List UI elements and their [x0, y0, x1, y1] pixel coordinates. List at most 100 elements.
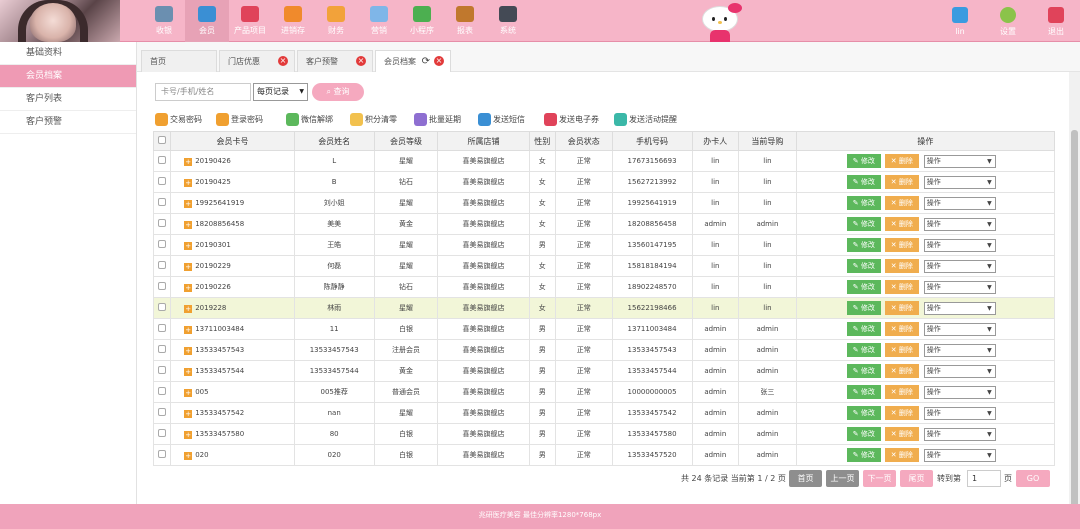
expand-icon[interactable]: +: [184, 325, 193, 334]
card-link[interactable]: 20190425: [195, 178, 231, 186]
card-link[interactable]: 13533457542: [195, 409, 244, 417]
user-menu[interactable]: lin: [940, 0, 980, 42]
row-action-select[interactable]: 操作: [923, 343, 996, 357]
nav-item[interactable]: 小程序: [400, 0, 444, 42]
delete-button[interactable]: ✕ 删除: [884, 427, 919, 441]
nav-item[interactable]: 财务: [314, 0, 358, 42]
expand-icon[interactable]: +: [184, 367, 193, 376]
last-page-button[interactable]: 尾页: [900, 470, 933, 487]
expand-icon[interactable]: +: [184, 220, 193, 229]
expand-icon[interactable]: +: [184, 304, 193, 313]
toolbar-button[interactable]: 交易密码: [155, 112, 202, 128]
toolbar-button[interactable]: 批量延期: [414, 112, 461, 128]
card-link[interactable]: 20190226: [195, 283, 231, 291]
nav-item[interactable]: 进销存: [271, 0, 315, 42]
nav-item[interactable]: 营销: [357, 0, 401, 42]
row-action-select[interactable]: 操作: [923, 196, 996, 210]
card-link[interactable]: 19925641919: [195, 199, 244, 207]
expand-icon[interactable]: +: [184, 346, 193, 355]
expand-icon[interactable]: +: [184, 157, 193, 166]
table-row[interactable]: +13533457580 80 白银 喜美易旗舰店男正常 13533457580 admi…: [152, 423, 1056, 445]
col-header[interactable]: 当前导购: [738, 131, 797, 151]
edit-button[interactable]: ✎ 修改: [846, 259, 881, 273]
row-action-select[interactable]: 操作: [923, 175, 996, 189]
row-action-select[interactable]: 操作: [923, 427, 996, 441]
table-row[interactable]: +19925641919 刘小姐 星耀 喜美易旗舰店女正常 19925641919 lin…: [152, 192, 1056, 214]
sidebar-item[interactable]: 会员档案: [0, 65, 136, 88]
table-row[interactable]: +20190426 L 星耀 喜美易旗舰店女正常 17673156693 lin lin ✎ …: [152, 150, 1056, 172]
delete-button[interactable]: ✕ 删除: [884, 406, 919, 420]
prev-page-button[interactable]: 上一页: [826, 470, 859, 487]
table-row[interactable]: +020 020 白银 喜美易旗舰店男正常 13533457520 admin admin ✎…: [152, 444, 1056, 466]
settings-button[interactable]: 设置: [988, 0, 1028, 42]
delete-button[interactable]: ✕ 删除: [884, 280, 919, 294]
col-header[interactable]: 所属店铺: [437, 131, 530, 151]
row-action-select[interactable]: 操作: [923, 238, 996, 252]
next-page-button[interactable]: 下一页: [863, 470, 896, 487]
row-action-select[interactable]: 操作: [923, 280, 996, 294]
edit-button[interactable]: ✎ 修改: [846, 427, 881, 441]
row-checkbox[interactable]: [158, 240, 167, 248]
delete-button[interactable]: ✕ 删除: [884, 259, 919, 273]
expand-icon[interactable]: +: [184, 430, 193, 439]
card-link[interactable]: 13533457544: [195, 367, 244, 375]
table-row[interactable]: +13533457543 13533457543 注册会员 喜美易旗舰店男正常 1353…: [152, 339, 1056, 361]
goto-page-input[interactable]: 1: [967, 470, 1001, 487]
delete-button[interactable]: ✕ 删除: [884, 343, 919, 357]
col-header[interactable]: 手机号码: [611, 131, 693, 151]
card-link[interactable]: 13533457580: [195, 430, 244, 438]
edit-button[interactable]: ✎ 修改: [846, 301, 881, 315]
edit-button[interactable]: ✎ 修改: [846, 175, 881, 189]
row-checkbox[interactable]: [158, 429, 167, 437]
table-row[interactable]: +20190301 王皓 星耀 喜美易旗舰店男正常 13560147195 lin lin ✎…: [152, 234, 1056, 256]
col-header[interactable]: 办卡人: [691, 131, 740, 151]
col-header[interactable]: 会员卡号: [170, 131, 295, 151]
refresh-icon[interactable]: ⟳: [422, 51, 430, 72]
per-page-select[interactable]: 每页记录: [253, 83, 308, 101]
go-button[interactable]: GO: [1016, 470, 1050, 487]
toolbar-button[interactable]: 登录密码: [216, 112, 263, 128]
close-icon[interactable]: ×: [356, 56, 366, 66]
expand-icon[interactable]: +: [184, 388, 193, 397]
select-all-checkbox[interactable]: [158, 136, 167, 144]
toolbar-button[interactable]: 发送短信: [478, 112, 525, 128]
card-link[interactable]: 18208856458: [195, 220, 244, 228]
table-row[interactable]: +13711003484 11 白银 喜美易旗舰店男正常 13711003484 admi…: [152, 318, 1056, 340]
row-action-select[interactable]: 操作: [923, 259, 996, 273]
row-checkbox[interactable]: [158, 282, 167, 290]
table-row[interactable]: +20190425 B 钻石 喜美易旗舰店女正常 15627213992 lin lin ✎ …: [152, 171, 1056, 193]
expand-icon[interactable]: +: [184, 262, 193, 271]
table-row[interactable]: +20190229 何磊 星耀 喜美易旗舰店女正常 15818184194 lin lin ✎…: [152, 255, 1056, 277]
delete-button[interactable]: ✕ 删除: [884, 301, 919, 315]
card-link[interactable]: 2019228: [195, 304, 226, 312]
expand-icon[interactable]: +: [184, 283, 193, 292]
row-checkbox[interactable]: [158, 324, 167, 332]
first-page-button[interactable]: 首页: [789, 470, 822, 487]
delete-button[interactable]: ✕ 删除: [884, 364, 919, 378]
edit-button[interactable]: ✎ 修改: [846, 154, 881, 168]
row-action-select[interactable]: 操作: [923, 301, 996, 315]
toolbar-button[interactable]: 发送电子券: [544, 112, 599, 128]
expand-icon[interactable]: +: [184, 199, 193, 208]
card-link[interactable]: 20190229: [195, 262, 231, 270]
nav-item[interactable]: 产品项目: [228, 0, 272, 42]
row-action-select[interactable]: 操作: [923, 448, 996, 462]
delete-button[interactable]: ✕ 删除: [884, 154, 919, 168]
delete-button[interactable]: ✕ 删除: [884, 175, 919, 189]
edit-button[interactable]: ✎ 修改: [846, 322, 881, 336]
row-checkbox[interactable]: [158, 366, 167, 374]
edit-button[interactable]: ✎ 修改: [846, 448, 881, 462]
delete-button[interactable]: ✕ 删除: [884, 448, 919, 462]
row-checkbox[interactable]: [158, 219, 167, 227]
edit-button[interactable]: ✎ 修改: [846, 280, 881, 294]
row-checkbox[interactable]: [158, 156, 167, 164]
delete-button[interactable]: ✕ 删除: [884, 238, 919, 252]
search-input[interactable]: 卡号/手机/姓名: [155, 83, 251, 101]
nav-item[interactable]: 会员: [185, 0, 229, 42]
col-header[interactable]: 会员姓名: [293, 131, 375, 151]
card-link[interactable]: 13711003484: [195, 325, 244, 333]
col-header[interactable]: 性别: [528, 131, 556, 151]
col-header[interactable]: 会员等级: [373, 131, 439, 151]
tab-home[interactable]: 首页: [141, 50, 217, 72]
expand-icon[interactable]: +: [184, 451, 193, 460]
